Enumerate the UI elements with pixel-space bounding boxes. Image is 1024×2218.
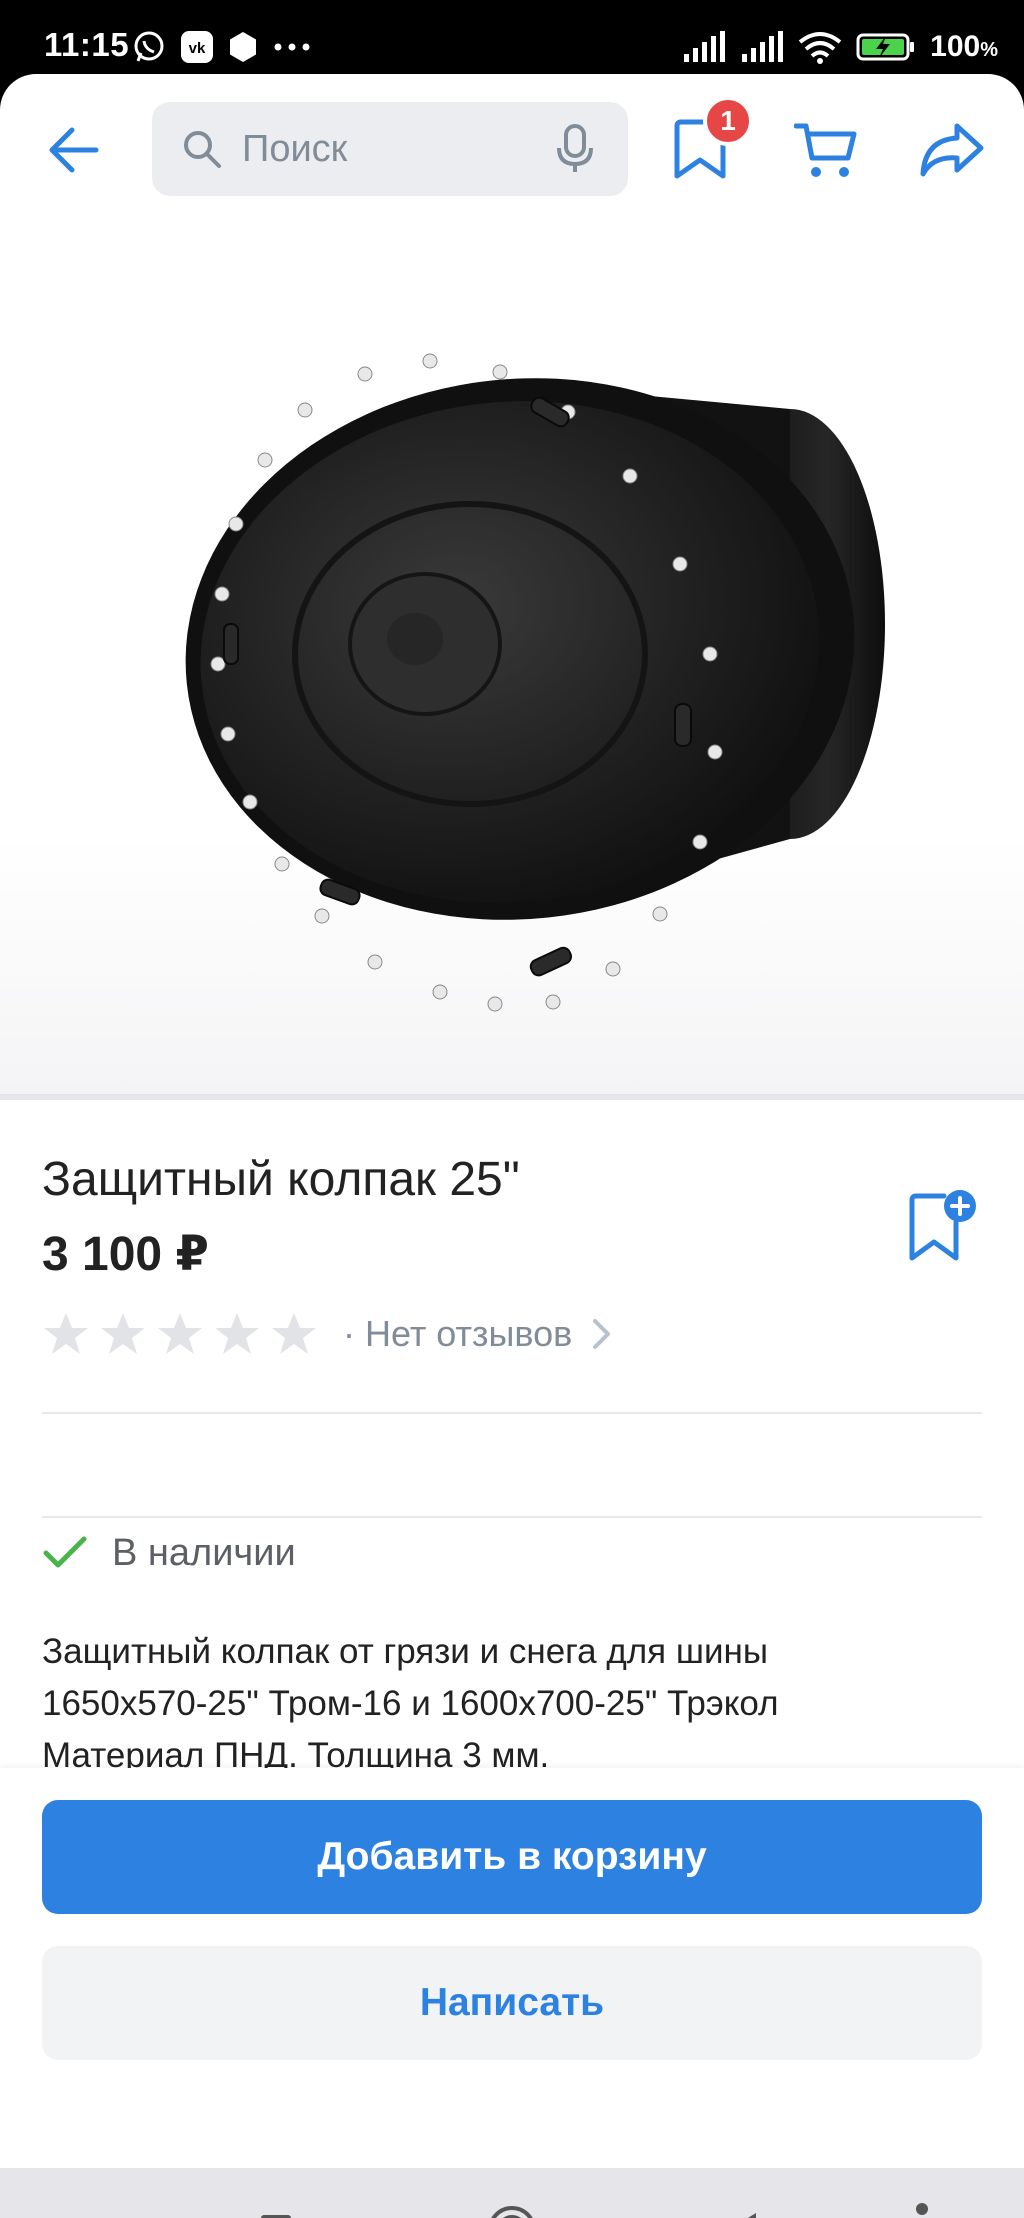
photo-divider [0,1094,1024,1100]
product-image[interactable] [0,224,1024,1098]
product-description: Защитный колпак от грязи и снега для шин… [42,1626,982,1782]
divider [42,1412,982,1414]
search-icon [182,129,222,169]
chevron-right-icon [593,1319,611,1349]
mic-icon[interactable] [550,124,600,174]
rating-row[interactable]: · Нет отзывов [42,1306,614,1362]
star-icon [158,1313,202,1354]
bookmark-add-icon [909,1190,976,1261]
product-price: 3 100 ₽ [42,1228,209,1281]
accessibility-button[interactable] [890,2198,954,2218]
status-system-icons: 100% [682,27,998,67]
search-input[interactable] [242,127,542,171]
whatsapp-icon [134,31,164,62]
back-triangle-icon [747,2213,756,2218]
back-system-button[interactable] [710,2198,774,2218]
availability-text: В наличии [112,1531,296,1574]
reviews-label: · Нет отзывов [343,1313,573,1354]
reviews-link[interactable]: · Нет отзывов [343,1313,614,1355]
signal-icon [684,31,726,62]
description-line: Защитный колпак от грязи и снега для шин… [42,1632,768,1671]
check-icon [43,1536,87,1568]
wifi-icon [798,32,842,64]
recents-icon [261,2215,291,2218]
protective-cap-image [185,353,885,1012]
product-title: Защитный колпак 25" [42,1153,520,1206]
star-icon [215,1313,259,1354]
home-button[interactable] [480,2198,544,2218]
system-nav-bar [0,2168,1024,2218]
header: 1 [0,74,1024,224]
description-line: 1650x570-25" Тром-16 и 1600x700-25" Трэк… [42,1684,779,1723]
favorites-badge: 1 [703,96,753,146]
cart-button[interactable] [786,110,866,190]
add-to-favorites-button[interactable] [906,1186,980,1266]
action-panel: Добавить в корзину Написать [0,1768,1024,2168]
status-notifications: vk [132,27,312,67]
search-bar[interactable] [152,102,628,196]
product-screen: 1 [0,74,1024,2218]
vk-icon: vk [181,31,213,63]
write-message-button[interactable]: Написать [42,1946,982,2060]
accessibility-icon [916,2203,928,2215]
availability-row: В наличии [42,1526,296,1580]
back-arrow-icon [49,127,99,173]
add-to-cart-button[interactable]: Добавить в корзину [42,1800,982,1914]
battery-icon [856,33,915,61]
svg-text:vk: vk [189,40,206,57]
star-icon [44,1313,88,1354]
more-notifications-icon [274,43,310,51]
cart-icon [794,123,857,177]
divider [42,1516,982,1518]
status-time: 11:15 [44,26,130,63]
signal-icon-2 [742,31,784,62]
star-icon [272,1313,316,1354]
share-icon [920,123,984,177]
recents-button[interactable] [244,2198,308,2218]
home-icon [491,2206,533,2218]
star-icon [101,1313,145,1354]
back-button[interactable] [34,110,114,190]
hexagon-icon [230,32,256,62]
share-button[interactable] [912,110,992,190]
battery-percent: 100% [930,30,998,63]
